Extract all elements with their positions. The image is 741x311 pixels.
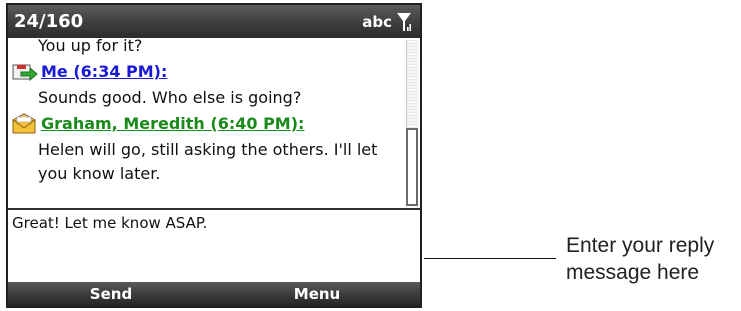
softkey-bar: Send Menu [8, 282, 420, 306]
signal-antenna-icon [396, 11, 412, 33]
scrollbar-track[interactable] [406, 40, 418, 206]
callout-annotation: Enter your reply message here [566, 232, 741, 286]
conversation-thread: You up for it? Me (6:34 PM): Sounds good… [8, 38, 402, 208]
menu-softkey[interactable]: Menu [214, 285, 420, 303]
message-header-graham: Graham, Meredith (6:40 PM): [8, 110, 402, 138]
character-counter: 24/160 [14, 11, 84, 32]
scrollbar-thumb[interactable] [406, 128, 418, 206]
message-header-me: Me (6:34 PM): [8, 58, 402, 86]
message-text-line: you know later. [38, 164, 161, 183]
callout-line-1: Enter your reply [566, 234, 715, 257]
callout-leader-line [424, 258, 556, 259]
phone-screen: 24/160 abc You up for it? Me (6:34 PM): … [6, 3, 422, 308]
input-mode-indicator: abc [362, 12, 392, 31]
callout-line-2: message here [566, 261, 700, 284]
send-softkey[interactable]: Send [8, 285, 214, 303]
message-text-line: Helen will go, still asking the others. … [38, 140, 378, 159]
sent-message-icon [11, 61, 38, 83]
title-bar: 24/160 abc [8, 5, 420, 38]
sender-name-graham[interactable]: Graham, Meredith (6:40 PM): [41, 112, 304, 136]
received-envelope-icon [11, 113, 38, 135]
message-text-line: You up for it? [38, 38, 143, 55]
sender-name-me[interactable]: Me (6:34 PM): [41, 60, 167, 84]
conversation-history[interactable]: You up for it? Me (6:34 PM): Sounds good… [8, 38, 420, 210]
reply-message-input[interactable]: Great! Let me know ASAP. [8, 210, 420, 284]
status-indicators: abc [362, 11, 412, 33]
message-text-line: Sounds good. Who else is going? [38, 88, 302, 107]
screenshot-stage: 24/160 abc You up for it? Me (6:34 PM): … [0, 0, 741, 311]
